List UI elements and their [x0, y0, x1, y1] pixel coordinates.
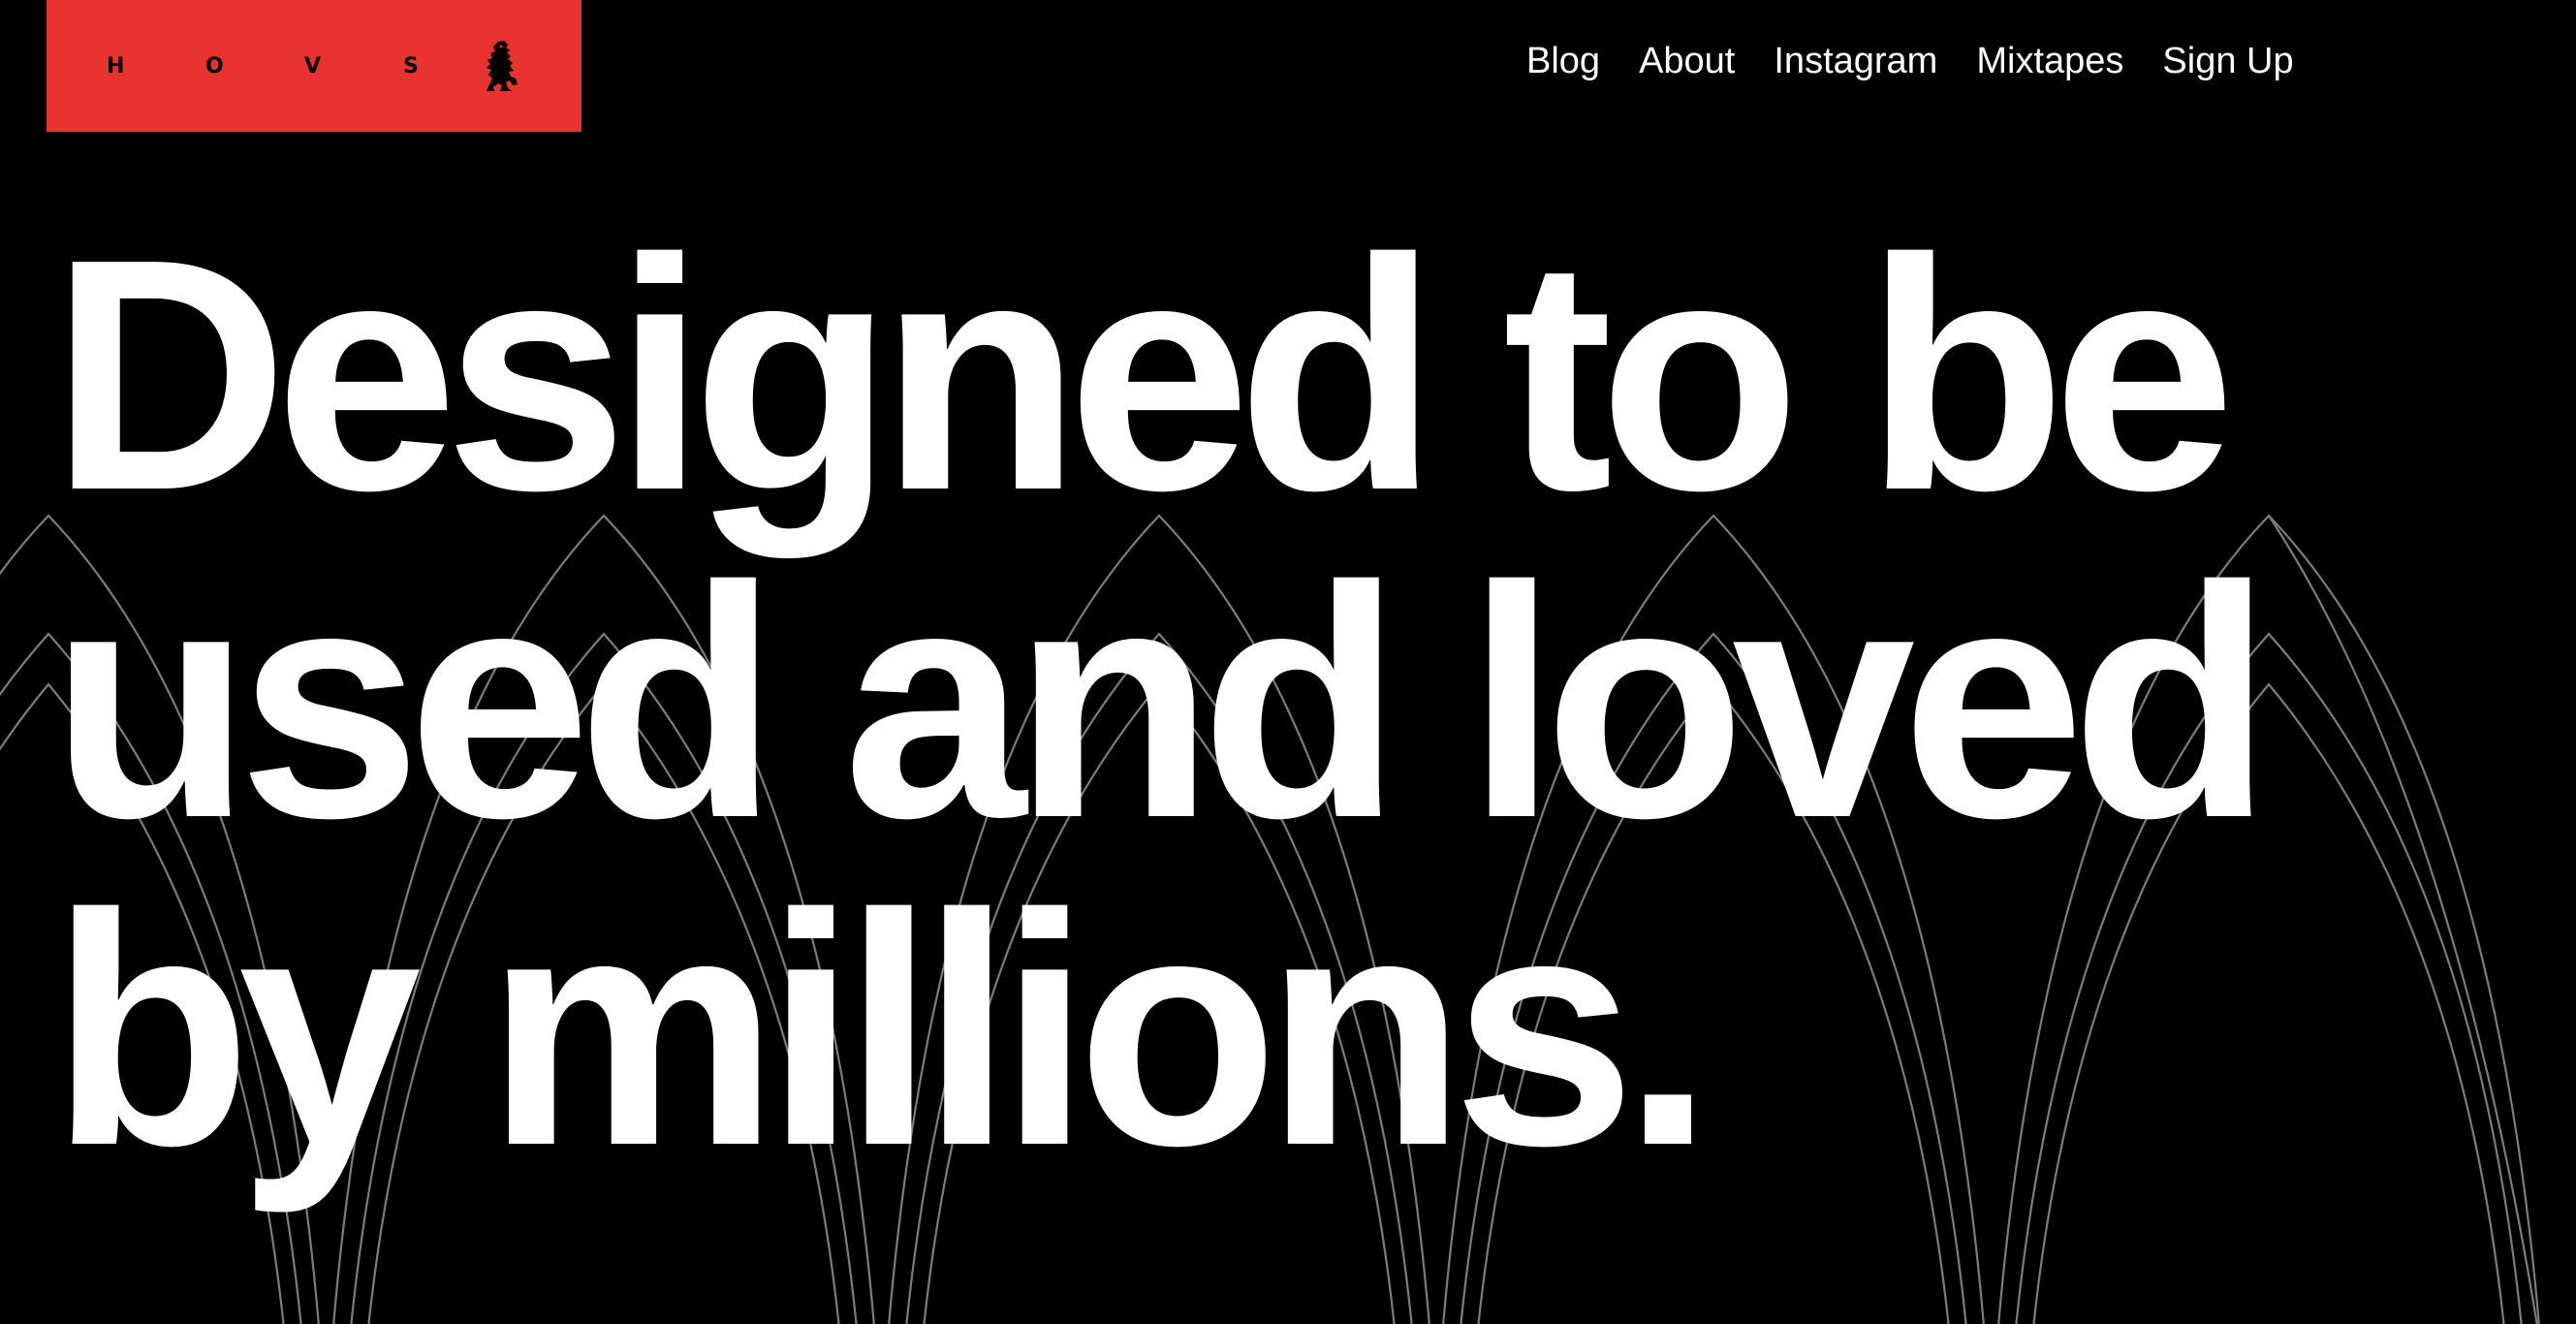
hero-headline-line-3: by millions.	[50, 846, 1713, 1214]
hero-headline: Designed to be used and loved by million…	[50, 191, 2273, 1214]
logo-letter-o: O	[205, 53, 224, 79]
lion-rampant-icon	[487, 41, 518, 91]
brand-logo[interactable]: H O V S	[47, 0, 581, 132]
nav-link-sign-up[interactable]: Sign Up	[2162, 37, 2293, 85]
logo-letter-v: V	[304, 53, 322, 79]
arch-line	[2268, 515, 2538, 1324]
nav-link-about[interactable]: About	[1639, 37, 1735, 85]
page: H O V S Blog About Instagram Mixtapes Si…	[0, 0, 2576, 1324]
nav-link-mixtapes[interactable]: Mixtapes	[1976, 37, 2123, 85]
hero-headline-line-1: Designed to be	[50, 191, 2236, 559]
nav-link-instagram[interactable]: Instagram	[1774, 37, 1937, 85]
main-nav: Blog About Instagram Mixtapes Sign Up	[1526, 37, 2294, 85]
hero-headline-line-2: used and loved	[50, 519, 2273, 887]
logo-letter-h: H	[107, 53, 125, 79]
nav-link-blog[interactable]: Blog	[1526, 37, 1600, 85]
logo-letter-s: S	[403, 53, 419, 79]
